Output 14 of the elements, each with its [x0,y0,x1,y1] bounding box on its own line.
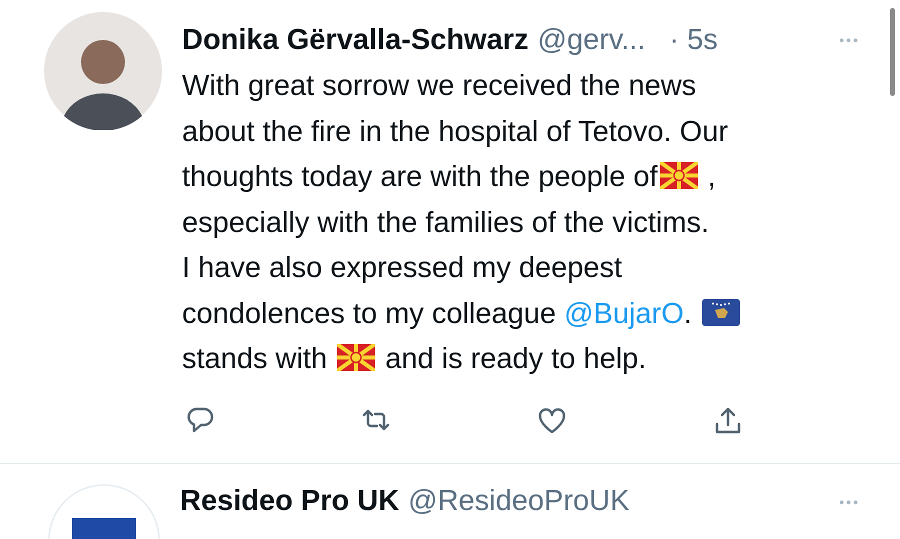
author-name[interactable]: Resideo Pro UK [180,485,400,518]
scrollbar[interactable] [890,8,895,96]
flag-icon [702,298,740,326]
flag-icon [660,162,698,189]
more-menu[interactable]: ••• [839,494,860,510]
more-menu[interactable]: ••• [839,32,860,48]
avatar-icon[interactable] [44,12,162,130]
author-name[interactable]: Donika Gërvalla-Schwarz [182,24,529,56]
tweet-text: With great sorrow we received the news about the fire in the hospital of Tetovo. Our thoughts today are with the people of , especially with the families of the victims. I have also expressed my deepest condolences to my colleague @BujarO. stands with and is ready to help. [182,64,860,382]
mention-link[interactable]: @BujarO [564,298,684,330]
author-handle: @gerv... [538,24,646,56]
post-time: · 5s [669,24,718,56]
flag-icon [337,344,376,371]
author-handle: @ResideoProUK [408,485,630,518]
